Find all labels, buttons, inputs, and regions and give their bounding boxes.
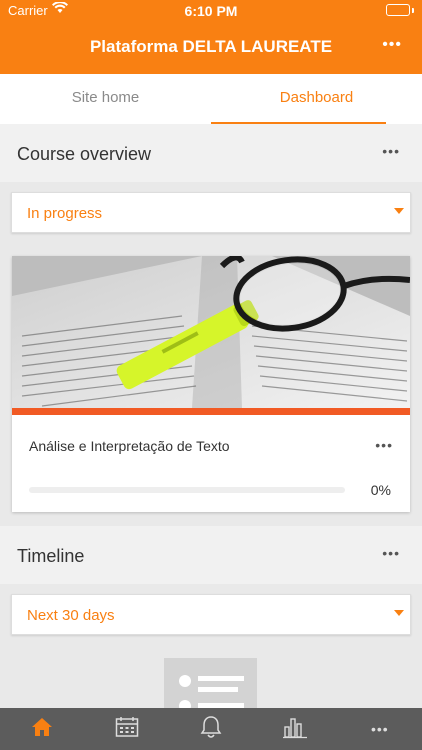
tab-site-home[interactable]: Site home (0, 74, 211, 124)
course-progress-bar (29, 487, 345, 493)
tab-bar: Site home Dashboard (0, 74, 422, 124)
course-progress-text: 0% (370, 482, 391, 498)
header-more-icon[interactable]: ••• (382, 36, 402, 54)
bottom-nav: ••• (0, 708, 422, 750)
course-filter-value: In progress (27, 205, 103, 222)
course-filter-select[interactable]: In progress (11, 192, 411, 233)
timeline-more-icon[interactable]: ••• (382, 545, 400, 561)
course-card[interactable]: Análise e Interpretação de Texto ••• 0% (12, 256, 410, 512)
page-title: Plataforma DELTA LAUREATE (89, 37, 333, 56)
course-color-bar (12, 408, 410, 415)
course-overview-title: Course overview (17, 144, 152, 164)
timeline-filter-value: Next 30 days (27, 607, 115, 624)
more-dots-icon: ••• (370, 721, 389, 737)
nav-grades[interactable] (253, 708, 337, 750)
caret-down-icon (394, 610, 404, 616)
calendar-icon (115, 716, 139, 743)
course-image (12, 256, 410, 408)
course-more-icon[interactable]: ••• (375, 437, 393, 453)
home-icon (31, 716, 53, 743)
clock: 6:10 PM (184, 3, 238, 19)
status-bar: Carrier 6:10 PM (0, 0, 422, 22)
timeline-filter-select[interactable]: Next 30 days (11, 594, 411, 635)
nav-notifications[interactable] (169, 708, 253, 750)
battery-icon (386, 4, 414, 16)
app-header: Carrier 6:10 PM Plataforma DELTA LAUREAT… (0, 0, 422, 74)
nav-calendar[interactable] (84, 708, 168, 750)
timeline-title: Timeline (17, 546, 85, 566)
course-name[interactable]: Análise e Interpretação de Texto (29, 438, 230, 454)
nav-more[interactable]: ••• (338, 708, 422, 750)
grades-chart-icon (283, 715, 308, 744)
tab-dashboard[interactable]: Dashboard (211, 74, 422, 124)
caret-down-icon (394, 208, 404, 214)
bell-icon (200, 715, 222, 744)
course-overview-header: Course overview ••• (0, 124, 422, 182)
timeline-empty-icon (164, 658, 257, 708)
timeline-header: Timeline ••• (0, 526, 422, 584)
nav-home[interactable] (0, 708, 84, 750)
course-overview-more-icon[interactable]: ••• (382, 143, 400, 159)
